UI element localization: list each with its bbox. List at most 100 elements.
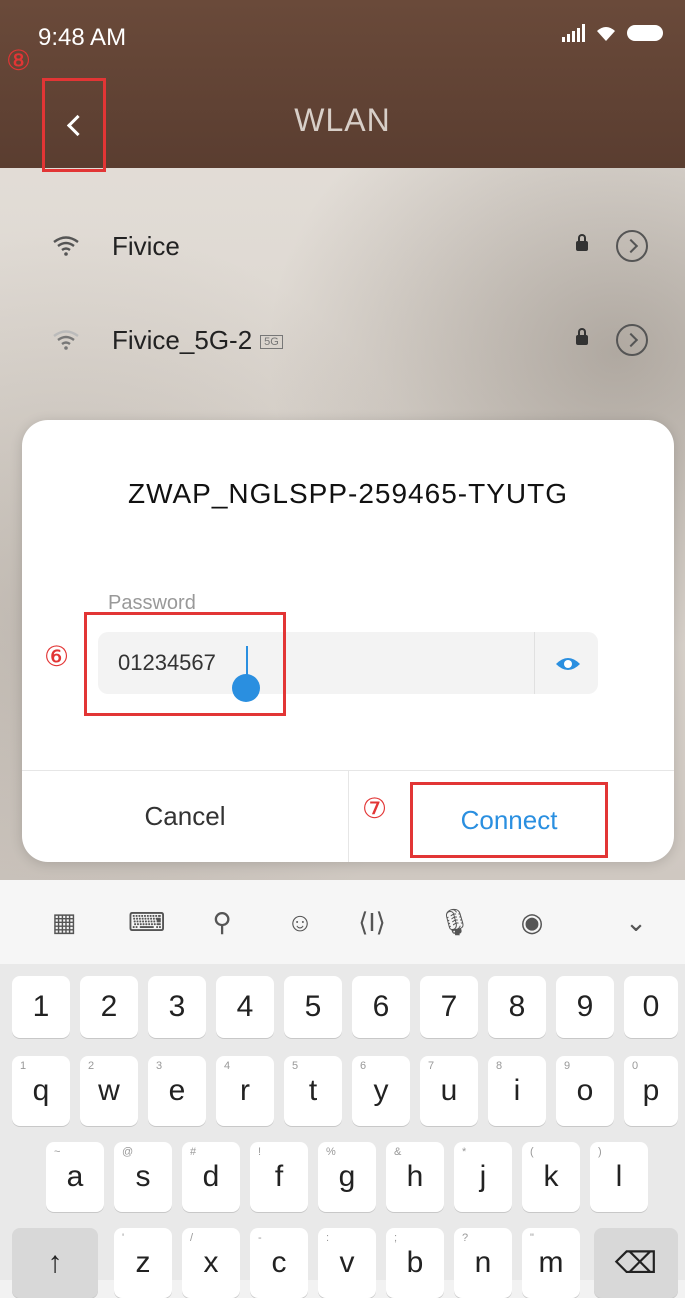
header: 9:48 AM WLAN: [0, 0, 685, 172]
key-label: p: [642, 1074, 660, 1107]
key-e[interactable]: 3e: [148, 1056, 206, 1126]
key-sub: ": [530, 1232, 534, 1244]
key-sub: !: [258, 1146, 262, 1158]
key-2[interactable]: 2: [80, 976, 138, 1038]
key-c[interactable]: -c: [250, 1228, 308, 1298]
chevron-down-icon[interactable]: ⌄: [620, 906, 652, 938]
key-label: b: [406, 1246, 424, 1279]
cancel-button[interactable]: Cancel: [22, 770, 348, 862]
key-sub: ?: [462, 1232, 469, 1244]
key-w[interactable]: 2w: [80, 1056, 138, 1126]
lock-icon: [576, 328, 588, 345]
key-sub: 9: [564, 1060, 571, 1072]
wifi-status-icon: [597, 27, 615, 41]
network-name: Fivice_5G-2 5G: [112, 325, 283, 356]
key-label: n: [474, 1246, 492, 1279]
key-h[interactable]: & h: [386, 1142, 444, 1212]
key-z[interactable]: ' z: [114, 1228, 172, 1298]
key-label: o: [576, 1074, 594, 1107]
key-label: u: [440, 1074, 458, 1107]
key-sub: @: [122, 1146, 134, 1158]
emoji-icon[interactable]: ☺: [284, 906, 316, 938]
status-icons: [562, 24, 663, 42]
key-label: w: [98, 1074, 120, 1107]
key-k[interactable]: (k: [522, 1142, 580, 1212]
shift-key[interactable]: ↑: [12, 1228, 98, 1298]
grid-icon[interactable]: ▦: [48, 906, 80, 938]
key-l[interactable]: ) l: [590, 1142, 648, 1212]
key-sub: (: [530, 1146, 534, 1158]
key-sub: ): [598, 1146, 602, 1158]
bag-icon[interactable]: ◉: [516, 906, 548, 938]
mic-icon[interactable]: 🎙: [438, 906, 471, 938]
network-detail-button[interactable]: [616, 230, 648, 262]
key-s[interactable]: @ s: [114, 1142, 172, 1212]
key-label: d: [202, 1160, 220, 1193]
status-time: 9:48 AM: [38, 24, 127, 51]
key-q[interactable]: 1q: [12, 1056, 70, 1126]
network-detail-button[interactable]: [616, 324, 648, 356]
key-sub: 7: [428, 1060, 435, 1072]
key-r[interactable]: 4r: [216, 1056, 274, 1126]
key-y[interactable]: 6y: [352, 1056, 410, 1126]
key-label: j: [479, 1160, 487, 1193]
password-highlight-box: [84, 612, 286, 716]
key-g[interactable]: % g: [318, 1142, 376, 1212]
key-sub: *: [462, 1146, 467, 1158]
key-label: t: [308, 1074, 318, 1107]
key-8[interactable]: 8: [488, 976, 546, 1038]
signal-icon: [562, 24, 585, 42]
wifi-list-item[interactable]: Fivice_5G-2 5G: [0, 304, 685, 376]
key-j[interactable]: * j: [454, 1142, 512, 1212]
key-4[interactable]: 4: [216, 976, 274, 1038]
key-m[interactable]: " m: [522, 1228, 580, 1298]
key-label: c: [271, 1246, 287, 1279]
wifi-list-item[interactable]: Fivice: [0, 210, 685, 282]
wifi-weak-icon: [53, 330, 79, 350]
key-f[interactable]: ! f: [250, 1142, 308, 1212]
network-name: Fivice: [112, 230, 180, 261]
key-n[interactable]: ? n: [454, 1228, 512, 1298]
key-o[interactable]: 9o: [556, 1056, 614, 1126]
key-1[interactable]: 1: [12, 976, 70, 1038]
key-t[interactable]: 5t: [284, 1056, 342, 1126]
key-label: h: [406, 1160, 424, 1193]
key-3[interactable]: 3: [148, 976, 206, 1038]
key-label: r: [240, 1074, 250, 1107]
keyboard: ▦ ⌨ ⚲ ☺ ⟨I⟩ 🎙 ◉ ⌄ 1 2 3 4 5 6 7 8 9 0 1q…: [0, 880, 685, 1298]
key-i[interactable]: 8i: [488, 1056, 546, 1126]
eye-icon[interactable]: [554, 650, 582, 678]
keyboard-icon[interactable]: ⌨: [128, 906, 166, 938]
key-p[interactable]: 0p: [624, 1056, 678, 1126]
cursor-move-icon[interactable]: ⟨I⟩: [356, 906, 388, 938]
annotation-connect: ⑦: [362, 792, 388, 825]
key-9[interactable]: 9: [556, 976, 614, 1038]
connect-button[interactable]: Connect: [410, 782, 608, 858]
key-x[interactable]: / x: [182, 1228, 240, 1298]
key-label: s: [135, 1160, 151, 1193]
page-title: WLAN: [294, 102, 391, 138]
key-label: i: [513, 1074, 521, 1107]
key-v[interactable]: :v: [318, 1228, 376, 1298]
key-0[interactable]: 0: [624, 976, 678, 1038]
wifi-icon: [53, 236, 79, 256]
key-sub: 8: [496, 1060, 503, 1072]
backspace-key[interactable]: ⌫: [594, 1228, 678, 1298]
key-sub: 6: [360, 1060, 367, 1072]
badge-5g: 5G: [260, 334, 283, 349]
key-b[interactable]: ; b: [386, 1228, 444, 1298]
key-sub: %: [326, 1146, 336, 1158]
key-u[interactable]: 7u: [420, 1056, 478, 1126]
key-6[interactable]: 6: [352, 976, 410, 1038]
key-label: k: [543, 1160, 559, 1193]
key-label: q: [32, 1074, 50, 1107]
divider: [348, 770, 349, 862]
key-label: y: [373, 1074, 389, 1107]
key-5[interactable]: 5: [284, 976, 342, 1038]
key-a[interactable]: ~ a: [46, 1142, 104, 1212]
search-icon[interactable]: ⚲: [206, 906, 238, 938]
key-sub: 3: [156, 1060, 163, 1072]
key-sub: :: [326, 1232, 330, 1244]
key-7[interactable]: 7: [420, 976, 478, 1038]
key-d[interactable]: # d: [182, 1142, 240, 1212]
